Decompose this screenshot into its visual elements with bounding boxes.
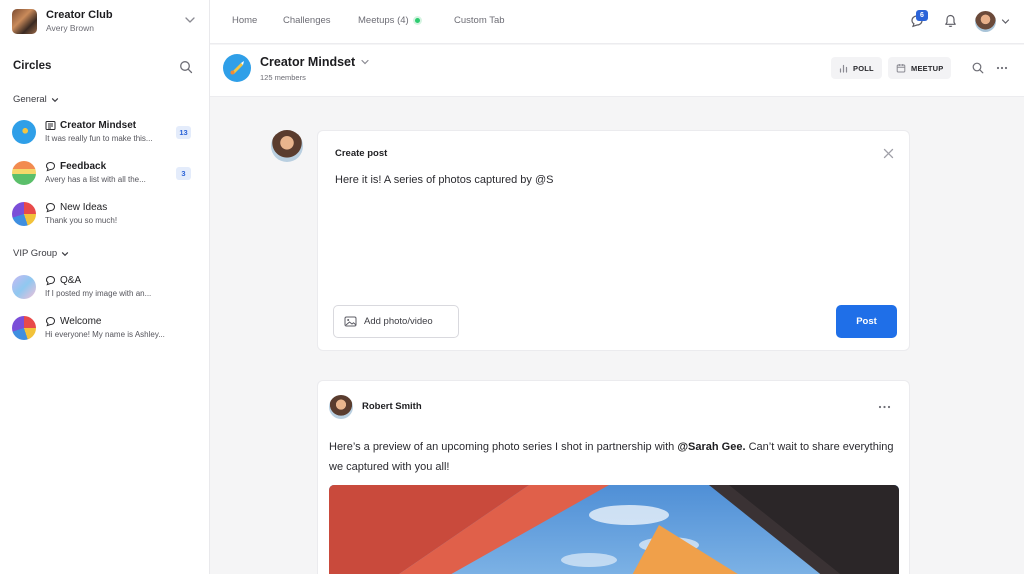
club-logo <box>12 8 37 34</box>
tab-custom[interactable]: Custom Tab <box>454 15 505 26</box>
avatar[interactable] <box>975 11 996 32</box>
sidebar-item-creator-mindset[interactable]: Creator Mindset It was really fun to mak… <box>12 119 194 149</box>
space-preview: Thank you so much! <box>45 216 118 225</box>
meetup-button[interactable]: MEETUP <box>888 57 952 79</box>
chevron-down-icon <box>361 59 369 65</box>
space-avatar <box>12 120 36 144</box>
live-indicator <box>414 18 420 23</box>
chevron-down-icon[interactable] <box>184 14 196 26</box>
space-title: Q&A <box>60 275 82 286</box>
post-author[interactable]: Robert Smith <box>362 401 422 412</box>
circles-heading: Circles <box>13 60 52 72</box>
club-user: Avery Brown <box>46 22 95 33</box>
sidebar: Creator Club Avery Brown Circles General… <box>0 0 210 574</box>
sidebar-item-qa[interactable]: Q&A If I posted my image with an... <box>12 274 194 304</box>
messages-badge: 6 <box>916 10 928 21</box>
space-avatar <box>12 316 36 340</box>
create-post-title: Create post <box>335 148 388 159</box>
group-general[interactable]: General <box>13 94 59 105</box>
add-photo-label: Add photo/video <box>364 316 433 327</box>
create-post-card: Create post Here it is! A series of phot… <box>317 130 910 351</box>
tab-meetups[interactable]: Meetups (4) <box>358 15 420 26</box>
more-options-icon[interactable] <box>996 66 1008 70</box>
tab-label: Meetups (4) <box>358 15 409 26</box>
space-preview: Hi everyone! My name is Ashley... <box>45 330 165 339</box>
bar-chart-icon <box>839 64 848 73</box>
space-title: Feedback <box>60 161 107 172</box>
chat-bubble-icon <box>45 161 56 172</box>
space-title: Creator Mindset <box>60 120 137 131</box>
space-preview: Avery has a list with all the... <box>45 175 146 184</box>
tab-challenges[interactable]: Challenges <box>283 15 331 26</box>
club-name: Creator Club <box>46 8 113 21</box>
poll-button[interactable]: POLL <box>831 57 882 79</box>
bell-icon[interactable] <box>944 14 957 28</box>
unread-badge: 3 <box>176 167 191 180</box>
circle-title: Creator Mindset <box>260 55 356 69</box>
meetup-label: MEETUP <box>911 63 944 73</box>
page-title[interactable]: Creator Mindset <box>260 55 370 69</box>
member-count: 125 members <box>260 73 306 82</box>
club-switcher[interactable]: Creator Club Avery Brown <box>12 8 198 34</box>
post-image[interactable] <box>329 485 899 574</box>
poll-label: POLL <box>853 63 874 73</box>
close-icon[interactable] <box>883 148 894 159</box>
group-label: VIP Group <box>13 248 58 259</box>
circle-avatar <box>223 54 251 82</box>
group-vip[interactable]: VIP Group <box>13 248 69 259</box>
space-avatar <box>12 202 36 226</box>
chat-bubble-icon <box>45 202 56 213</box>
image-icon <box>344 316 357 327</box>
chat-bubble-icon <box>45 316 56 327</box>
avatar[interactable] <box>329 395 353 419</box>
post-editor[interactable]: Here it is! A series of photos captured … <box>335 174 553 186</box>
calendar-icon <box>896 64 906 73</box>
search-icon[interactable] <box>972 62 984 74</box>
unread-badge: 13 <box>176 126 191 139</box>
tab-home[interactable]: Home <box>232 15 257 26</box>
mention-link[interactable]: @Sarah Gee. <box>677 441 745 453</box>
top-navigation: Home Challenges Meetups (4) Custom Tab 6 <box>210 0 1024 44</box>
sidebar-item-feedback[interactable]: Feedback Avery has a list with all the..… <box>12 160 194 190</box>
posts-icon <box>45 121 56 130</box>
circle-header: Creator Mindset 125 members POLL MEETUP <box>210 45 1024 97</box>
sidebar-item-welcome[interactable]: Welcome Hi everyone! My name is Ashley..… <box>12 315 194 345</box>
add-photo-button[interactable]: Add photo/video <box>333 305 459 338</box>
more-options-icon[interactable] <box>878 405 891 409</box>
rocket-icon <box>230 61 244 75</box>
avatar <box>271 130 303 162</box>
post-button[interactable]: Post <box>836 305 897 338</box>
search-icon[interactable] <box>179 60 193 74</box>
space-preview: It was really fun to make this... <box>45 134 153 143</box>
space-title: Welcome <box>60 316 102 327</box>
space-avatar <box>12 275 36 299</box>
group-label: General <box>13 94 47 105</box>
space-title: New Ideas <box>60 202 108 213</box>
chevron-down-icon[interactable] <box>1001 17 1010 26</box>
post-body: Here’s a preview of an upcoming photo se… <box>329 441 894 473</box>
space-preview: If I posted my image with an... <box>45 289 152 298</box>
space-avatar <box>12 161 36 185</box>
chat-bubble-icon <box>45 275 56 286</box>
chevron-down-icon <box>62 251 69 256</box>
feed-post: Robert Smith Here’s a preview of an upco… <box>317 380 910 574</box>
photo-artwork <box>329 485 899 574</box>
sidebar-item-new-ideas[interactable]: New Ideas Thank you so much! <box>12 201 194 231</box>
chevron-down-icon <box>51 97 58 102</box>
